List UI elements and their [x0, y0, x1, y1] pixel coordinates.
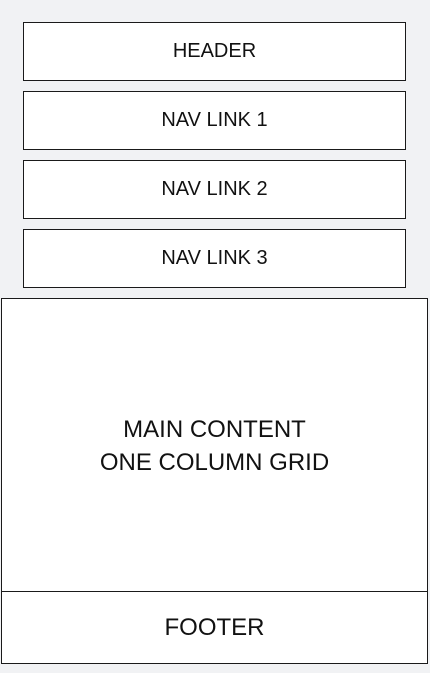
- header-label: HEADER: [172, 40, 257, 62]
- nav-link-2-label: NAV LINK 2: [161, 178, 268, 200]
- nav-link-1-label: NAV LINK 1: [161, 109, 268, 131]
- nav-link-2[interactable]: NAV LINK 2: [23, 160, 406, 219]
- nav-link-3[interactable]: NAV LINK 3: [23, 229, 406, 288]
- footer-label: FOOTER: [164, 613, 265, 641]
- page-footer: FOOTER: [1, 591, 428, 664]
- main-content: MAIN CONTENT ONE COLUMN GRID: [1, 298, 428, 592]
- main-content-subtitle: ONE COLUMN GRID: [99, 448, 330, 476]
- page-header: HEADER: [23, 22, 406, 81]
- nav-link-3-label: NAV LINK 3: [161, 247, 268, 269]
- main-content-title: MAIN CONTENT: [123, 415, 306, 443]
- nav-link-1[interactable]: NAV LINK 1: [23, 91, 406, 150]
